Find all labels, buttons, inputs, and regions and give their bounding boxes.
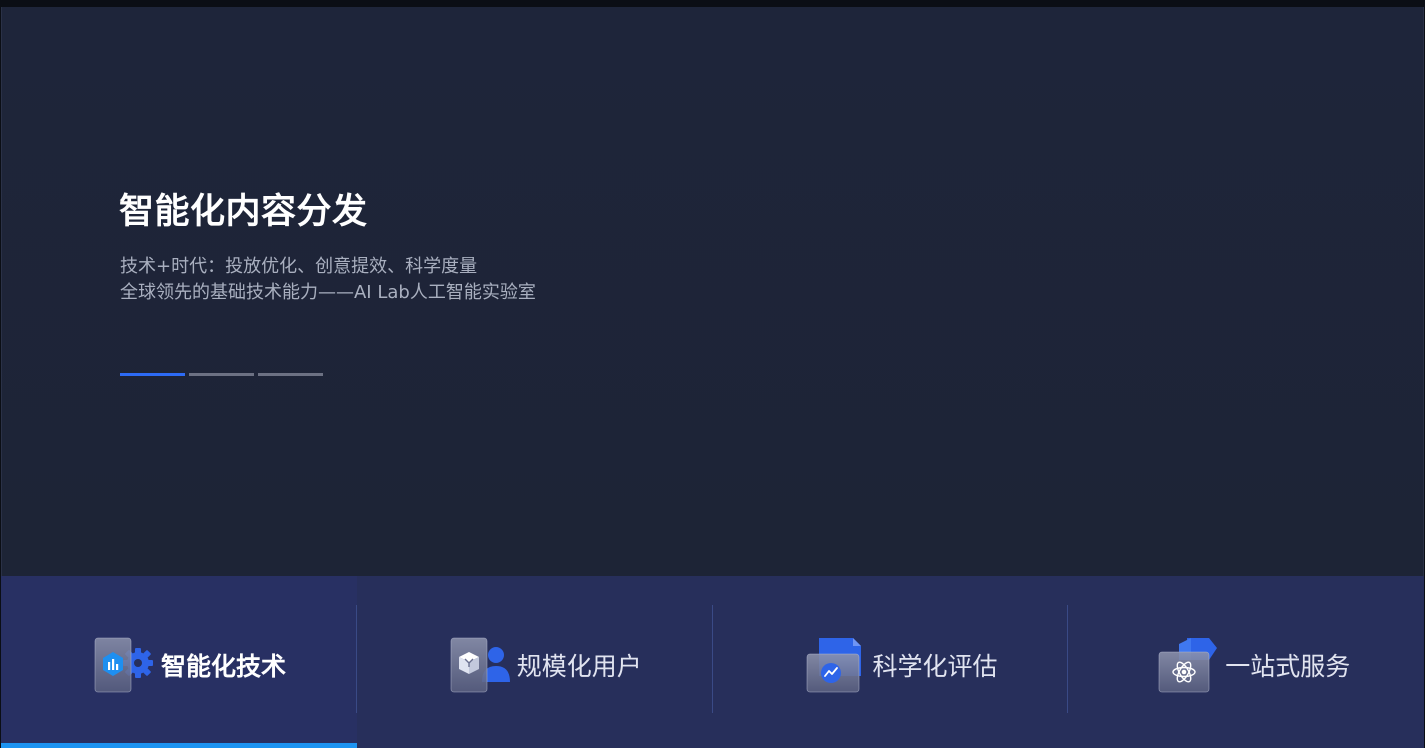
hero-subtitle-line-2: 全球领先的基础技术能力——AI Lab人工智能实验室: [120, 282, 536, 303]
carousel-indicator-2[interactable]: [189, 373, 254, 376]
tab-scientific-evaluation[interactable]: 科学化评估: [713, 576, 1069, 748]
ai-chart-gear-icon: [93, 636, 155, 694]
tab-intelligent-technology[interactable]: 智能化技术: [1, 576, 357, 748]
page-frame: 智能化内容分发 技术+时代：投放优化、创意提效、科学度量 全球领先的基础技术能力…: [0, 0, 1425, 748]
tab-label: 智能化技术: [161, 652, 287, 681]
hero-subtitle-line-1: 技术+时代：投放优化、创意提效、科学度量: [120, 256, 478, 277]
carousel-indicator-3[interactable]: [258, 373, 323, 376]
tab-one-stop-service[interactable]: 一站式服务: [1068, 576, 1424, 748]
hero-title: 智能化内容分发: [119, 192, 368, 232]
atom-service-icon: [1157, 636, 1219, 694]
tab-label: 科学化评估: [872, 652, 998, 681]
tab-label: 一站式服务: [1225, 652, 1351, 681]
carousel-indicator-1[interactable]: [120, 373, 185, 376]
feature-tab-bar: 智能化技术 规模化用户 科学化评估 一站式服务: [1, 576, 1424, 748]
carousel-indicators: [120, 373, 323, 376]
users-cube-icon: [449, 636, 511, 694]
hero-subtitle: 技术+时代：投放优化、创意提效、科学度量 全球领先的基础技术能力——AI Lab…: [120, 254, 536, 306]
hero-banner: 智能化内容分发 技术+时代：投放优化、创意提效、科学度量 全球领先的基础技术能力…: [1, 7, 1424, 576]
tab-label: 规模化用户: [516, 652, 642, 681]
tab-scaled-users[interactable]: 规模化用户: [357, 576, 713, 748]
analytics-document-icon: [805, 636, 867, 694]
